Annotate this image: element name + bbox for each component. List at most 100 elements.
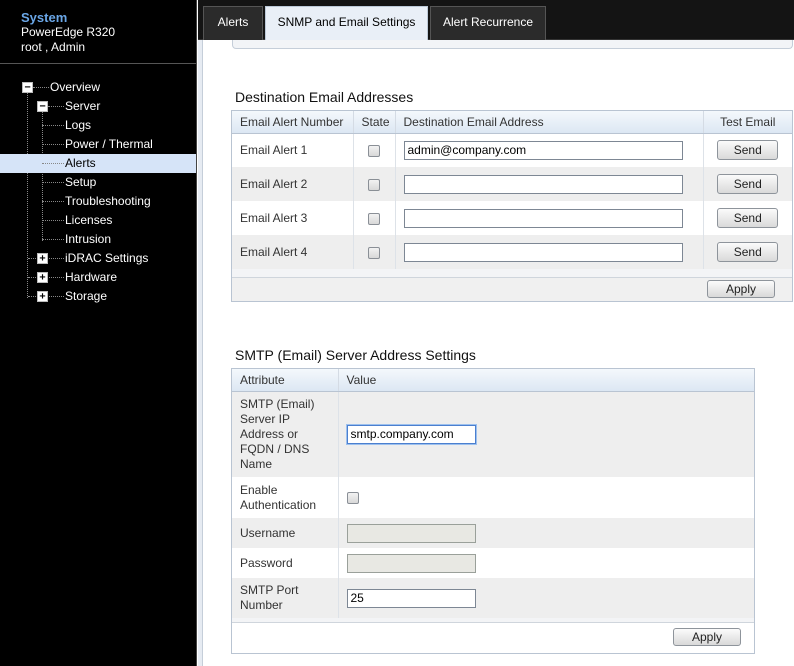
tree-label: Storage [65,289,108,303]
column-header-state: State [353,111,396,134]
email-alerts-table: Email Alert Number State Destination Ema… [232,111,792,269]
smtp-section-title: SMTP (Email) Server Address Settings [235,347,476,363]
column-header-number: Email Alert Number [232,111,354,134]
expand-icon[interactable]: + [37,291,48,302]
tree-label: Alerts [65,156,96,170]
email-address-input[interactable] [403,174,683,194]
email-section-title: Destination Email Addresses [235,89,414,105]
column-header-value: Value [338,369,754,392]
username-input[interactable] [346,523,476,543]
tree-label: Power / Thermal [65,137,153,151]
expand-icon[interactable]: + [37,253,48,264]
tree-item-licenses[interactable]: Licenses [0,211,196,230]
table-row: Username [232,518,754,548]
smtp-server-input[interactable] [346,424,476,444]
column-header-test: Test Email [703,111,792,134]
tree-item-setup[interactable]: Setup [0,173,196,192]
state-checkbox[interactable] [368,145,380,158]
tab-alert-recurrence[interactable]: Alert Recurrence [430,6,546,40]
table-row: Email Alert 4 Send [232,235,792,269]
table-row: SMTP Port Number [232,578,754,618]
tree-item-hardware[interactable]: + Hardware [0,268,196,287]
tree-item-alerts[interactable]: Alerts [0,154,196,173]
tree-connector [42,201,64,202]
sidebar: System PowerEdge R320 root , Admin − Ove… [0,0,197,666]
password-input[interactable] [346,553,476,573]
expand-icon[interactable]: + [37,272,48,283]
table-row: Email Alert 1 Send [232,133,792,167]
column-header-address: Destination Email Address [395,111,704,134]
tree-item-logs[interactable]: Logs [0,116,196,135]
email-address-input[interactable] [403,140,683,160]
tree-label: Troubleshooting [65,194,151,208]
tree-label: Intrusion [65,232,112,246]
smtp-server-label: SMTP (Email) Server IP Address or FQDN /… [232,391,339,477]
state-checkbox[interactable] [368,246,380,259]
collapse-icon[interactable]: − [22,82,33,93]
email-panel-footer: Apply [232,277,792,301]
previous-panel-footer [232,40,793,49]
tree-label: Server [65,99,101,113]
smtp-apply-button[interactable]: Apply [673,628,741,646]
smtp-port-label: SMTP Port Number [232,578,339,618]
email-alert-label: Email Alert 3 [232,201,354,235]
tree-connector [42,182,64,183]
tree-label: Licenses [65,213,113,227]
tree-connector [42,220,64,221]
smtp-port-input[interactable] [346,588,476,608]
send-test-email-button[interactable]: Send [717,242,779,262]
tree-label: Logs [65,118,92,132]
tree-item-power-thermal[interactable]: Power / Thermal [0,135,196,154]
tree-connector [42,163,64,164]
username-label: Username [232,518,339,548]
table-row: Email Alert 2 Send [232,167,792,201]
send-test-email-button[interactable]: Send [717,174,779,194]
tree-item-idrac-settings[interactable]: + iDRAC Settings [0,249,196,268]
enable-authentication-checkbox[interactable] [346,492,359,505]
email-address-input[interactable] [403,242,683,262]
content-area: Destination Email Addresses Email Alert … [198,40,794,666]
smtp-settings-table: Attribute Value SMTP (Email) Server IP A… [232,369,754,618]
tree-item-storage[interactable]: + Storage [0,287,196,306]
table-row: Password [232,548,754,578]
tree-connector [42,125,64,126]
state-checkbox[interactable] [368,178,380,191]
system-header: System PowerEdge R320 root , Admin [0,0,196,64]
tree-item-troubleshooting[interactable]: Troubleshooting [0,192,196,211]
tree-connector [42,239,64,240]
email-apply-button[interactable]: Apply [707,280,775,298]
tree-label: Hardware [65,270,118,284]
email-alert-label: Email Alert 1 [232,133,354,167]
tree-label: iDRAC Settings [65,251,149,265]
smtp-panel-footer: Apply [232,622,754,653]
email-alert-label: Email Alert 2 [232,167,354,201]
table-row: SMTP (Email) Server IP Address or FQDN /… [232,391,754,477]
tab-snmp-email-settings[interactable]: SNMP and Email Settings [265,6,428,40]
send-test-email-button[interactable]: Send [717,140,779,161]
email-panel: Email Alert Number State Destination Ema… [231,110,793,302]
smtp-panel: Attribute Value SMTP (Email) Server IP A… [231,368,755,654]
state-checkbox[interactable] [368,212,380,225]
tree-item-server[interactable]: − Server [0,97,196,116]
password-label: Password [232,548,339,578]
table-row: Email Alert 3 Send [232,201,792,235]
email-address-input[interactable] [403,208,683,228]
tree-item-intrusion[interactable]: Intrusion [0,230,196,249]
email-alert-label: Email Alert 4 [232,235,354,269]
send-test-email-button[interactable]: Send [717,208,779,228]
tree-item-overview[interactable]: − Overview [0,78,196,97]
tree-connector [42,144,64,145]
table-row: Enable Authentication [232,477,754,518]
system-title: System [21,10,68,25]
enable-authentication-label: Enable Authentication [232,477,339,518]
tree-label: Setup [65,175,97,189]
logged-in-user: root , Admin [21,40,86,54]
system-model: PowerEdge R320 [21,25,116,39]
tree-connector [48,106,64,107]
tab-bar: Alerts SNMP and Email Settings Alert Rec… [198,0,794,40]
tree-connector [33,87,49,88]
tab-alerts[interactable]: Alerts [203,6,263,40]
tree-label: Overview [50,80,101,94]
column-header-attribute: Attribute [232,369,339,392]
collapse-icon[interactable]: − [37,101,48,112]
